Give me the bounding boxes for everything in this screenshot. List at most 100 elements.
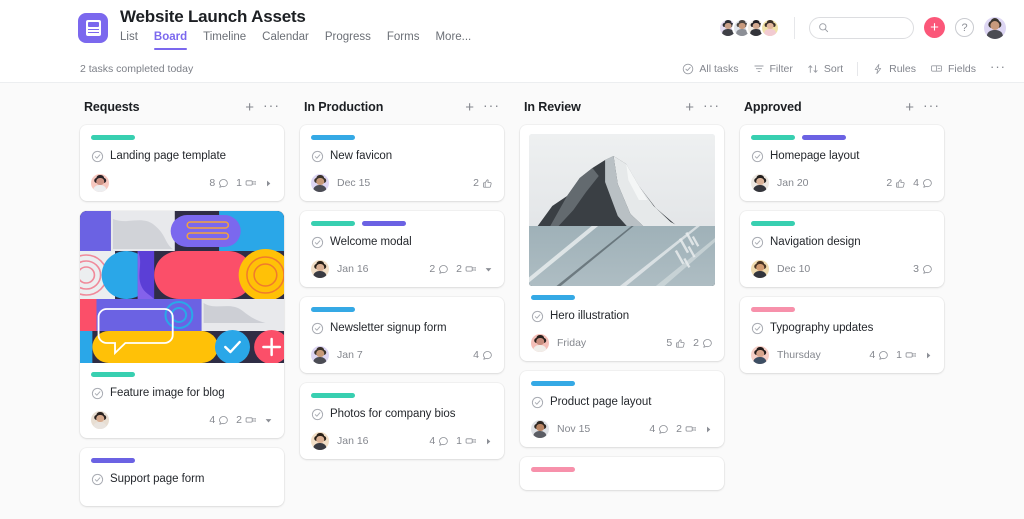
assignee-avatar[interactable]	[751, 346, 769, 364]
card-title: Homepage layout	[770, 150, 860, 162]
assignee-avatar[interactable]	[91, 411, 109, 429]
card-photos-for-company-bios[interactable]: Photos for company bios Jan 16 4 1	[300, 383, 504, 459]
board-column-in-review: In Review + ··· Hero illustration Friday 5 2 Pr…	[512, 83, 732, 519]
caret-down-icon[interactable]	[264, 416, 273, 425]
subtask-icon	[245, 415, 257, 426]
toolbar-sort-label: Sort	[823, 62, 844, 75]
column-actions: + ···	[905, 98, 940, 115]
tab-board[interactable]: Board	[153, 30, 188, 50]
search-input[interactable]	[834, 22, 905, 33]
card-meta: 3	[913, 263, 933, 275]
card-footer: Jan 20 2 4	[751, 174, 933, 192]
column-menu-button[interactable]: ···	[923, 98, 940, 112]
card-newsletter-signup-form[interactable]: Newsletter signup form Jan 7 4	[300, 297, 504, 373]
member-avatar-stack[interactable]	[718, 17, 780, 38]
card-homepage-layout[interactable]: Homepage layout Jan 20 2 4	[740, 125, 944, 201]
column-title: In Production	[304, 100, 384, 114]
task-complete-icon[interactable]	[751, 322, 764, 335]
card-meta-count: 4	[649, 423, 656, 435]
card-due-date: Thursday	[777, 349, 821, 361]
card-feature-image-for-blog[interactable]: Feature image for blog 4 2	[80, 211, 284, 438]
card-footer: 42	[91, 411, 273, 429]
column-menu-button[interactable]: ···	[483, 98, 500, 112]
task-complete-icon[interactable]	[531, 396, 544, 409]
profile-avatar[interactable]	[984, 16, 1006, 39]
tab-calendar[interactable]: Calendar	[262, 30, 309, 49]
card-title-row: Welcome modal	[311, 235, 493, 249]
card-tag-blue	[311, 135, 355, 140]
tab-list[interactable]: List	[120, 30, 138, 49]
search-box[interactable]	[809, 16, 914, 39]
add-card-button[interactable]: +	[905, 100, 914, 115]
card-meta-subtask: 2	[456, 263, 477, 275]
card-product-page-layout[interactable]: Product page layout Nov 15 4 2	[520, 371, 724, 447]
sort-icon	[807, 63, 819, 75]
card-tag-row	[311, 135, 493, 140]
assignee-avatar[interactable]	[311, 432, 329, 450]
caret-right-icon[interactable]	[924, 351, 933, 360]
assignee-avatar[interactable]	[311, 260, 329, 278]
column-title: Approved	[744, 100, 802, 114]
tab-forms[interactable]: Forms	[387, 30, 420, 49]
card-meta-comment: 4	[649, 423, 669, 435]
card-in-review-partial[interactable]	[520, 457, 724, 490]
card-hero-illustration[interactable]: Hero illustration Friday 5 2	[520, 125, 724, 361]
assignee-avatar[interactable]	[531, 334, 549, 352]
card-support-page-form[interactable]: Support page form	[80, 448, 284, 506]
task-complete-icon[interactable]	[531, 310, 544, 323]
tab-progress[interactable]: Progress	[325, 30, 371, 49]
task-complete-icon[interactable]	[311, 150, 324, 163]
task-complete-icon[interactable]	[311, 236, 324, 249]
caret-right-icon[interactable]	[704, 425, 713, 434]
add-card-button[interactable]: +	[245, 100, 254, 115]
column-header-requests: Requests + ···	[80, 91, 284, 123]
card-new-favicon[interactable]: New favicon Dec 15 2	[300, 125, 504, 201]
assignee-avatar[interactable]	[311, 346, 329, 364]
card-welcome-modal[interactable]: Welcome modal Jan 16 2 2	[300, 211, 504, 287]
toolbar-sort[interactable]: Sort	[807, 63, 843, 75]
tab-timeline[interactable]: Timeline	[203, 30, 246, 49]
card-due-date: Dec 10	[777, 263, 811, 275]
help-button[interactable]: ?	[955, 18, 974, 37]
card-typography-updates[interactable]: Typography updates Thursday 4 1	[740, 297, 944, 373]
member-4[interactable]	[760, 17, 780, 38]
task-complete-icon[interactable]	[311, 408, 324, 421]
card-meta: 41	[429, 435, 493, 447]
caret-right-icon[interactable]	[264, 179, 273, 188]
card-meta-count: 8	[209, 177, 216, 189]
comment-icon	[438, 436, 449, 447]
assignee-avatar[interactable]	[531, 420, 549, 438]
task-complete-icon[interactable]	[751, 236, 764, 249]
column-menu-button[interactable]: ···	[263, 98, 280, 112]
add-card-button[interactable]: +	[465, 100, 474, 115]
toolbar-all-tasks[interactable]: All tasks	[682, 63, 739, 75]
toolbar-filter[interactable]: Filter	[753, 63, 793, 75]
task-complete-icon[interactable]	[751, 150, 764, 163]
add-button[interactable]: +	[924, 17, 945, 38]
card-navigation-design[interactable]: Navigation design Dec 10 3	[740, 211, 944, 287]
assignee-avatar[interactable]	[311, 174, 329, 192]
toolbar-overflow-menu[interactable]: ···	[990, 59, 1006, 74]
board-toolbar: 2 tasks completed today All tasks Filter…	[0, 55, 1024, 83]
card-tag-row	[751, 307, 933, 312]
toolbar-rules[interactable]: Rules	[872, 63, 916, 75]
column-actions: + ···	[465, 98, 500, 115]
thumbs-up-icon	[895, 178, 906, 189]
assignee-avatar[interactable]	[751, 174, 769, 192]
task-complete-icon[interactable]	[91, 473, 104, 486]
add-card-button[interactable]: +	[685, 100, 694, 115]
tab-more[interactable]: More...	[435, 30, 471, 49]
assignee-avatar[interactable]	[91, 174, 109, 192]
card-tag-blue	[531, 381, 575, 386]
task-complete-icon[interactable]	[91, 150, 104, 163]
caret-right-icon[interactable]	[484, 437, 493, 446]
card-landing-page-template[interactable]: Landing page template 8 1	[80, 125, 284, 201]
task-complete-icon[interactable]	[91, 387, 104, 400]
caret-down-icon[interactable]	[484, 265, 493, 274]
toolbar-fields[interactable]: Fields	[930, 62, 976, 75]
column-title: Requests	[84, 100, 140, 114]
task-complete-icon[interactable]	[311, 322, 324, 335]
column-menu-button[interactable]: ···	[703, 98, 720, 112]
assignee-avatar[interactable]	[751, 260, 769, 278]
card-title-row: Feature image for blog	[91, 386, 273, 400]
